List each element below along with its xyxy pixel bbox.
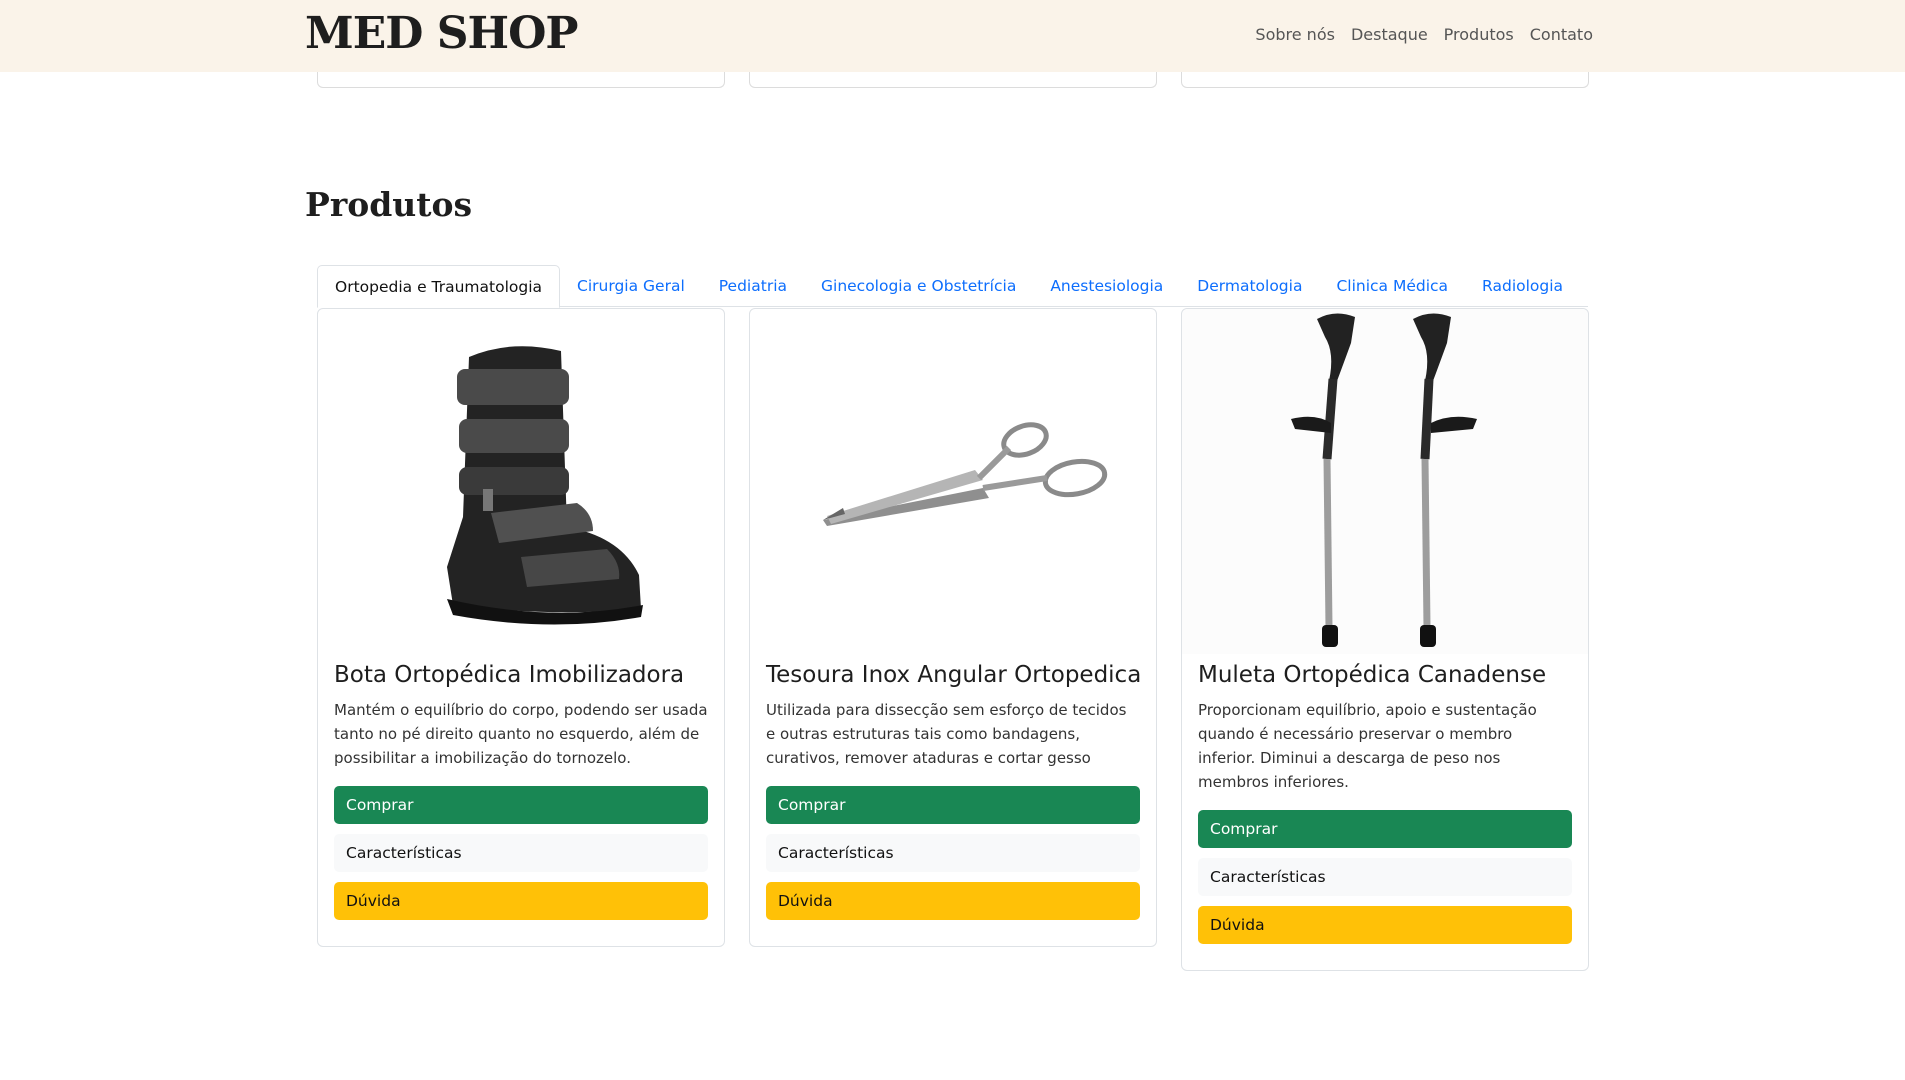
nav-link-contato[interactable]: Contato	[1530, 25, 1593, 44]
product-description: Mantém o equilíbrio do corpo, podendo se…	[334, 701, 708, 767]
product-image	[1182, 309, 1588, 654]
question-button[interactable]: Dúvida	[334, 882, 708, 920]
product-title: Tesoura Inox Angular Ortopedica	[766, 662, 1142, 688]
nav-link-destaque[interactable]: Destaque	[1351, 25, 1428, 44]
question-button[interactable]: Dúvida	[766, 882, 1140, 920]
top-navbar: MED SHOP Sobre nós Destaque Produtos Con…	[0, 0, 1905, 72]
category-tabs: Ortopedia e Traumatologia Cirurgia Geral…	[317, 265, 1588, 308]
tab-pediatria[interactable]: Pediatria	[702, 265, 804, 307]
buy-button[interactable]: Comprar	[766, 786, 1140, 824]
nav-link-sobre[interactable]: Sobre nós	[1255, 25, 1335, 44]
product-card: Tesoura Inox Angular Ortopedica Utilizad…	[749, 308, 1157, 947]
section-title: Produtos	[305, 185, 473, 224]
features-button[interactable]: Características	[1198, 858, 1572, 896]
product-image	[750, 309, 1156, 654]
product-card: Muleta Ortopédica Canadense Proporcionam…	[1181, 308, 1589, 971]
brand-logo[interactable]: MED SHOP	[305, 8, 578, 59]
product-title: Bota Ortopédica Imobilizadora	[334, 662, 685, 688]
product-card: Bota Ortopédica Imobilizadora Mantém o e…	[317, 308, 725, 947]
main-nav: Sobre nós Destaque Produtos Contato	[1255, 25, 1593, 44]
tab-dermatologia[interactable]: Dermatologia	[1180, 265, 1319, 307]
features-button[interactable]: Características	[334, 834, 708, 872]
tab-radiologia[interactable]: Radiologia	[1465, 265, 1580, 307]
tab-ortopedia[interactable]: Ortopedia e Traumatologia	[317, 265, 561, 308]
features-button[interactable]: Características	[766, 834, 1140, 872]
nav-link-produtos[interactable]: Produtos	[1444, 25, 1514, 44]
tab-clinica-medica[interactable]: Clinica Médica	[1319, 265, 1465, 307]
buy-button[interactable]: Comprar	[1198, 810, 1572, 848]
tab-anestesiologia[interactable]: Anestesiologia	[1033, 265, 1180, 307]
product-title: Muleta Ortopédica Canadense	[1198, 662, 1547, 688]
product-description: Utilizada para dissecção sem esforço de …	[766, 701, 1127, 767]
bandage-scissors-icon	[823, 421, 1108, 526]
tab-cirurgia-geral[interactable]: Cirurgia Geral	[560, 265, 702, 307]
product-description: Proporcionam equilíbrio, apoio e sustent…	[1198, 701, 1537, 791]
forearm-crutches-icon	[1291, 313, 1477, 647]
orthopedic-boot-icon	[447, 345, 643, 625]
buy-button[interactable]: Comprar	[334, 786, 708, 824]
question-button[interactable]: Dúvida	[1198, 906, 1572, 944]
tab-ginecologia[interactable]: Ginecologia e Obstetrícia	[804, 265, 1033, 307]
product-image	[318, 309, 724, 654]
